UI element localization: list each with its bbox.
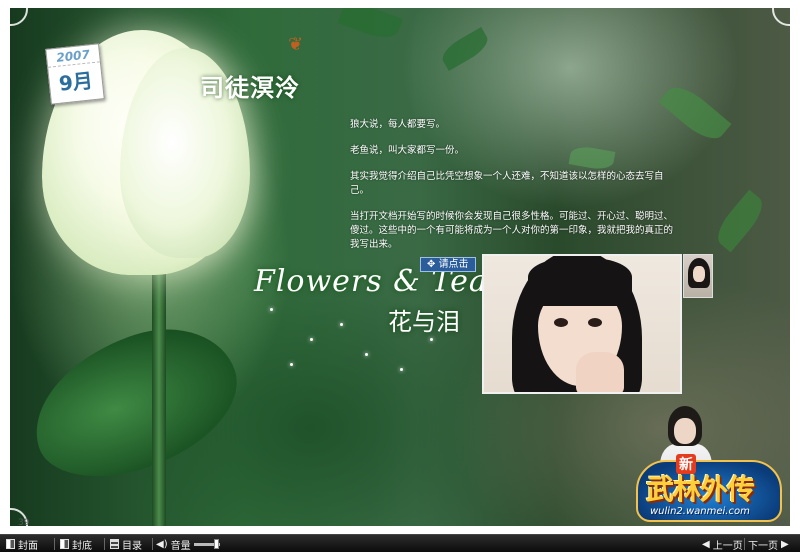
sparkle <box>270 308 273 311</box>
prev-page-button[interactable]: ◀ 上一页 <box>702 535 743 552</box>
photo-bangs <box>528 258 632 306</box>
photo-eye <box>554 318 568 327</box>
photo-hand <box>576 352 624 392</box>
page-number-left: 39 <box>18 518 30 528</box>
reader-toolbar: 封面 封底 目录 ◀) 音量 ◀ 上一页 下一页 ▶ <box>0 534 800 552</box>
flowers-tears-title: Flowers & Tears <box>254 264 520 299</box>
click-here-button[interactable]: ✥ 请点击 <box>420 257 476 272</box>
paragraph: 其实我觉得介绍自己比凭空想象一个人还难，不知道该以怎样的心态去写自己。 <box>350 171 664 196</box>
toolbar-divider <box>104 538 105 550</box>
list-icon <box>110 539 119 549</box>
sparkle <box>340 323 343 326</box>
ornament-corner <box>10 8 28 26</box>
paragraph: 老鱼说，叫大家都写一份。 <box>350 145 465 156</box>
vine-leaf <box>710 189 770 253</box>
toolbar-divider <box>744 538 745 550</box>
toolbar-divider <box>152 538 153 550</box>
next-page-label: 下一页 <box>748 540 778 552</box>
page-title: 司徒溟泠 <box>200 74 300 102</box>
contents-label: 目录 <box>122 540 142 552</box>
speaker-icon: ◀) <box>156 538 168 550</box>
volume-button[interactable]: ◀) 音量 <box>156 535 191 552</box>
volume-label: 音量 <box>170 540 191 552</box>
vine-leaf <box>337 8 403 44</box>
click-here-label: 请点击 <box>438 259 469 270</box>
article-text: 狼大说，每人都要写。 老鱼说，叫大家都写一份。 其实我觉得介绍自己比凭空想象一个… <box>350 118 680 264</box>
next-page-button[interactable]: 下一页 ▶ <box>748 535 789 552</box>
contents-button[interactable]: 目录 <box>110 535 142 552</box>
prev-arrow-icon: ◀ <box>702 538 710 550</box>
ornament-corner <box>772 8 790 26</box>
toolbar-divider <box>54 538 55 550</box>
logo-new-badge: 新 <box>676 454 696 474</box>
sparkle <box>290 363 293 366</box>
back-cover-button[interactable]: 封底 <box>60 535 92 552</box>
back-cover-label: 封底 <box>72 540 92 552</box>
book-icon <box>6 539 15 549</box>
calendar-month: 9月 <box>57 68 94 96</box>
sparkle <box>310 338 313 341</box>
next-arrow-icon: ▶ <box>781 538 789 550</box>
vine-leaf <box>437 26 493 72</box>
flower-stem <box>152 258 166 526</box>
prev-page-label: 上一页 <box>712 540 743 552</box>
lotus-leaf <box>15 308 255 498</box>
magazine-frame: ❦ 2007 9月 司徒溟泠 狼大说，每人都要写。 老鱼说，叫大家都写一份。 其… <box>0 0 800 534</box>
butterfly-icon: ❦ <box>288 34 304 55</box>
sparkle <box>365 353 368 356</box>
magazine-page: ❦ 2007 9月 司徒溟泠 狼大说，每人都要写。 老鱼说，叫大家都写一份。 其… <box>10 8 790 526</box>
thumb-face <box>693 266 705 282</box>
game-logo[interactable]: 武林外传 新 wulin2.wanmei.com <box>636 454 782 526</box>
sparkle <box>430 338 433 341</box>
paragraph: 狼大说，每人都要写。 <box>350 119 446 130</box>
logo-url: wulin2.wanmei.com <box>650 506 750 517</box>
thumbnail-photo[interactable] <box>683 254 713 298</box>
portrait-photo[interactable] <box>482 254 682 394</box>
volume-slider-thumb[interactable] <box>214 539 219 549</box>
sparkle <box>400 368 403 371</box>
calendar-badge: 2007 9月 <box>45 43 105 105</box>
photo-eye <box>588 318 602 327</box>
page-number-right: 40 <box>774 518 786 528</box>
cover-button[interactable]: 封面 <box>6 535 38 552</box>
girl-face <box>674 418 696 444</box>
cover-label: 封面 <box>18 540 38 552</box>
book-icon <box>60 539 69 549</box>
chinese-subtitle: 花与泪 <box>388 308 460 336</box>
logo-text: 武林外传 <box>646 473 755 506</box>
paragraph: 当打开文档开始写的时候你会发现自己很多性格。可能过、开心过、聪明过、傻过。这些中… <box>350 211 674 250</box>
